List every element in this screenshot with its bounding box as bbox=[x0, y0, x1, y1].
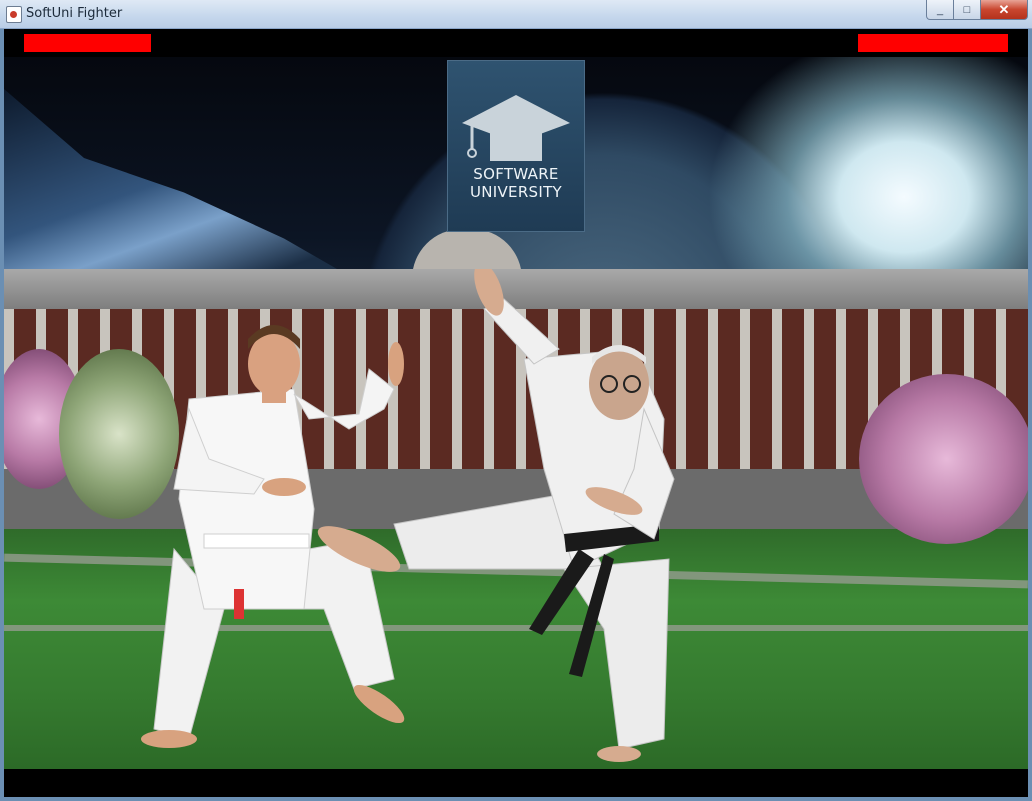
hud-bottom-bar bbox=[4, 769, 1028, 797]
softuni-logo: SOFTWARE UNIVERSITY bbox=[447, 60, 585, 232]
maximize-button[interactable]: □ bbox=[954, 0, 981, 20]
window-title: SoftUni Fighter bbox=[26, 6, 123, 21]
logo-text-software: SOFTWARE bbox=[473, 165, 559, 183]
java-app-icon bbox=[6, 6, 22, 23]
minimize-icon: _ bbox=[936, 3, 944, 16]
player2-health-bar bbox=[858, 34, 1008, 52]
hud-top-bar bbox=[4, 29, 1028, 57]
close-icon: ✕ bbox=[998, 1, 1010, 17]
window-titlebar[interactable]: SoftUni Fighter _ □ ✕ bbox=[0, 0, 1032, 29]
player2-fighter bbox=[317, 269, 675, 762]
maximize-icon: □ bbox=[963, 3, 971, 16]
player1-health-bar bbox=[24, 34, 151, 52]
minimize-button[interactable]: _ bbox=[926, 0, 954, 20]
graduation-cap-icon bbox=[462, 95, 570, 161]
blossom-tree-right bbox=[859, 374, 1028, 544]
window-controls: _ □ ✕ bbox=[926, 0, 1028, 20]
game-canvas[interactable]: SOFTWARE UNIVERSITY bbox=[4, 29, 1028, 797]
logo-text-university: UNIVERSITY bbox=[469, 183, 563, 201]
close-button[interactable]: ✕ bbox=[981, 0, 1028, 20]
